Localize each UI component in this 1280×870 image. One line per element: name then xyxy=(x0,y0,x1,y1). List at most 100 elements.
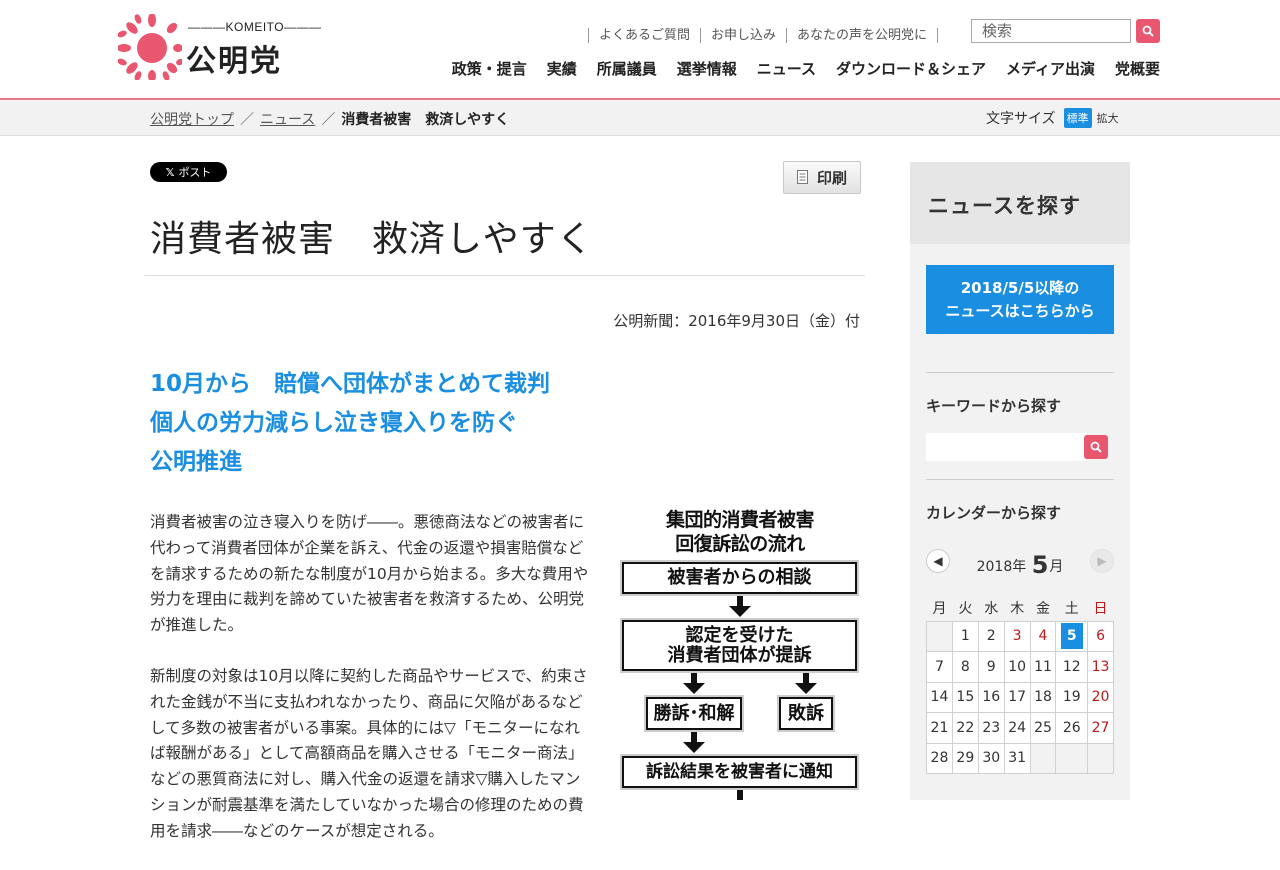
news-search-sidebar: ニュースを探す 2018/5/5以降の ニュースはこちらから キーワードから探す… xyxy=(910,162,1130,800)
font-size-standard-button[interactable]: 標準 xyxy=(1063,108,1092,128)
figure-title: 集団的消費者被害 回復訴訟の流れ xyxy=(665,509,815,555)
calendar-grid: 月 火 水 木 金 土 日 1 2 3 4 5 6 7 8 9 10 11 12 13 14 15 16 17 1… xyxy=(926,595,1114,774)
weekday-label: 月 xyxy=(932,600,947,617)
calendar-day[interactable]: 8 xyxy=(951,651,979,683)
nav-about[interactable]: 党概要 xyxy=(1115,58,1160,79)
global-nav: 政策・提言 実績 所属議員 選挙情報 ニュース ダウンロード＆シェア メディア出… xyxy=(452,58,1160,79)
calendar-day[interactable]: 16 xyxy=(977,681,1005,713)
down-arrow-icon xyxy=(683,732,705,753)
sun-logo-icon xyxy=(118,14,182,80)
calendar-day[interactable]: 22 xyxy=(951,712,979,744)
faq-link[interactable]: よくあるご質問 xyxy=(588,28,701,43)
font-size-large-button[interactable]: 拡大 xyxy=(1097,110,1119,126)
keyword-search-button[interactable] xyxy=(1084,435,1108,459)
calendar-day[interactable]: 27 xyxy=(1087,712,1114,744)
print-button[interactable]: 印刷 xyxy=(783,161,861,194)
calendar-day[interactable]: 5 xyxy=(1055,620,1089,652)
calendar-day[interactable]: 6 xyxy=(1087,620,1114,652)
subhead-line: 公明推進 xyxy=(150,449,242,475)
next-month-button[interactable]: ▶ xyxy=(1090,549,1114,573)
article-body: 消費者被害の泣き寝入りを防げ――。悪徳商法などの被害者に代わって消費者団体が企業… xyxy=(150,510,595,870)
calendar-day[interactable]: 21 xyxy=(926,712,953,744)
nav-policy[interactable]: 政策・提言 xyxy=(452,58,527,79)
calendar-week: 123456 xyxy=(926,620,1114,652)
calendar-day[interactable]: 30 xyxy=(977,742,1005,774)
flow-box-lose: 敗訴 xyxy=(779,697,833,730)
calendar-day[interactable]: 13 xyxy=(1087,651,1114,683)
down-arrow-icon xyxy=(737,790,743,800)
breadcrumb-home[interactable]: 公明党トップ xyxy=(150,112,234,128)
site-header: ―――KOMEITO――― 公明党 よくあるご質問 お申し込み あなたの声を公明党に… xyxy=(0,0,1280,100)
nav-members[interactable]: 所属議員 xyxy=(597,58,657,79)
article-title: 消費者被害 救済しやすく xyxy=(150,219,594,260)
sidebar-title: ニュースを探す xyxy=(928,194,1081,218)
calendar-day[interactable]: 11 xyxy=(1029,651,1057,683)
weekday-label: 土 xyxy=(1064,600,1079,617)
down-arrow-icon xyxy=(683,673,705,694)
calendar-day[interactable]: 2 xyxy=(977,620,1005,652)
utility-links: よくあるご質問 お申し込み あなたの声を公明党に xyxy=(588,24,939,43)
search-input[interactable] xyxy=(971,19,1131,43)
calendar-day[interactable]: 12 xyxy=(1055,651,1089,683)
calendar-day[interactable]: 24 xyxy=(1003,712,1031,744)
voice-link[interactable]: あなたの声を公明党に xyxy=(786,28,939,43)
font-size-label: 文字サイズ xyxy=(986,111,1056,127)
sidebar-header: ニュースを探す xyxy=(910,162,1130,244)
article-paragraph: 消費者被害の泣き寝入りを防げ――。悪徳商法などの被害者に代わって消費者団体が企業… xyxy=(150,513,589,635)
subhead-line: 個人の労力減らし泣き寝入りを防ぐ xyxy=(150,410,518,436)
weekday-label: 日 xyxy=(1093,600,1108,617)
weekday-label: 水 xyxy=(984,600,999,617)
calendar-day[interactable]: 9 xyxy=(977,651,1005,683)
komeito-logo[interactable]: ―――KOMEITO――― 公明党 xyxy=(118,12,321,82)
logo-text-ja: 公明党 xyxy=(186,44,282,79)
x-post-button[interactable]: 𝕏 ポスト xyxy=(150,162,227,182)
logo-text-en: ―――KOMEITO――― xyxy=(188,20,322,34)
calendar-empty-cell xyxy=(1087,742,1114,774)
calendar-empty-cell xyxy=(1029,742,1057,774)
keyword-input[interactable] xyxy=(926,433,1086,461)
calendar-day[interactable]: 23 xyxy=(977,712,1005,744)
nav-achievements[interactable]: 実績 xyxy=(547,58,577,79)
calendar-day[interactable]: 10 xyxy=(1003,651,1031,683)
calendar-empty-cell xyxy=(1055,742,1089,774)
calendar-days: 1 2 3 4 5 6 7 8 9 10 11 12 13 14 15 16 17 18 19 20 21 22 23 24 2… xyxy=(926,620,1114,774)
calendar-day[interactable]: 26 xyxy=(1055,712,1089,744)
application-link[interactable]: お申し込み xyxy=(700,28,787,43)
breadcrumb: 公明党トップ ／ ニュース ／ 消費者被害 救済しやすく xyxy=(150,109,509,129)
nav-media[interactable]: メディア出演 xyxy=(1006,58,1095,79)
calendar-day[interactable]: 14 xyxy=(926,681,953,713)
calendar-day[interactable]: 31 xyxy=(1003,742,1031,774)
calendar-nav: ◀ 2018年 5月 ▶ xyxy=(926,549,1114,579)
calendar-day[interactable]: 1 xyxy=(951,620,979,652)
lawsuit-flow-figure: 集団的消費者被害 回復訴訟の流れ 被害者からの相談 認定を受けた 消費者団体が提… xyxy=(618,508,862,800)
search-button[interactable] xyxy=(1136,19,1160,43)
calendar-day[interactable]: 15 xyxy=(951,681,979,713)
calendar-day[interactable]: 25 xyxy=(1029,712,1057,744)
flow-box-notify: 訴訟結果を被害者に通知 xyxy=(622,756,857,788)
calendar-week: 28 29 30 31 xyxy=(926,742,1114,774)
calendar-day[interactable]: 20 xyxy=(1087,681,1114,713)
calendar-day[interactable]: 4 xyxy=(1029,620,1057,652)
calendar-day[interactable]: 7 xyxy=(926,651,953,683)
weekday-label: 金 xyxy=(1036,600,1050,617)
calendar-day[interactable]: 3 xyxy=(1003,620,1031,652)
calendar-week: 7 8 9 10 11 12 13 xyxy=(926,651,1114,683)
weekday-label: 木 xyxy=(1010,600,1025,617)
search-icon xyxy=(1090,441,1102,453)
calendar-day[interactable]: 28 xyxy=(926,742,953,774)
calendar-day[interactable]: 29 xyxy=(951,742,979,774)
weekday-label: 火 xyxy=(958,600,973,617)
calendar-month-label: 2018年 5月 xyxy=(976,551,1064,579)
nav-news[interactable]: ニュース xyxy=(757,58,816,79)
calendar-day[interactable]: 18 xyxy=(1029,681,1057,713)
sidebar-divider xyxy=(926,372,1114,373)
calendar-day[interactable]: 17 xyxy=(1003,681,1031,713)
down-arrow-icon xyxy=(729,596,751,617)
nav-download-share[interactable]: ダウンロード＆シェア xyxy=(836,58,986,79)
nav-elections[interactable]: 選挙情報 xyxy=(677,58,737,79)
calendar-day[interactable]: 19 xyxy=(1055,681,1089,713)
breadcrumb-current: 消費者被害 救済しやすく xyxy=(341,112,510,128)
new-news-link-button[interactable]: 2018/5/5以降の ニュースはこちらから xyxy=(926,265,1114,334)
breadcrumb-news[interactable]: ニュース xyxy=(260,112,315,128)
chevron-right-icon: ▶ xyxy=(1097,554,1107,568)
